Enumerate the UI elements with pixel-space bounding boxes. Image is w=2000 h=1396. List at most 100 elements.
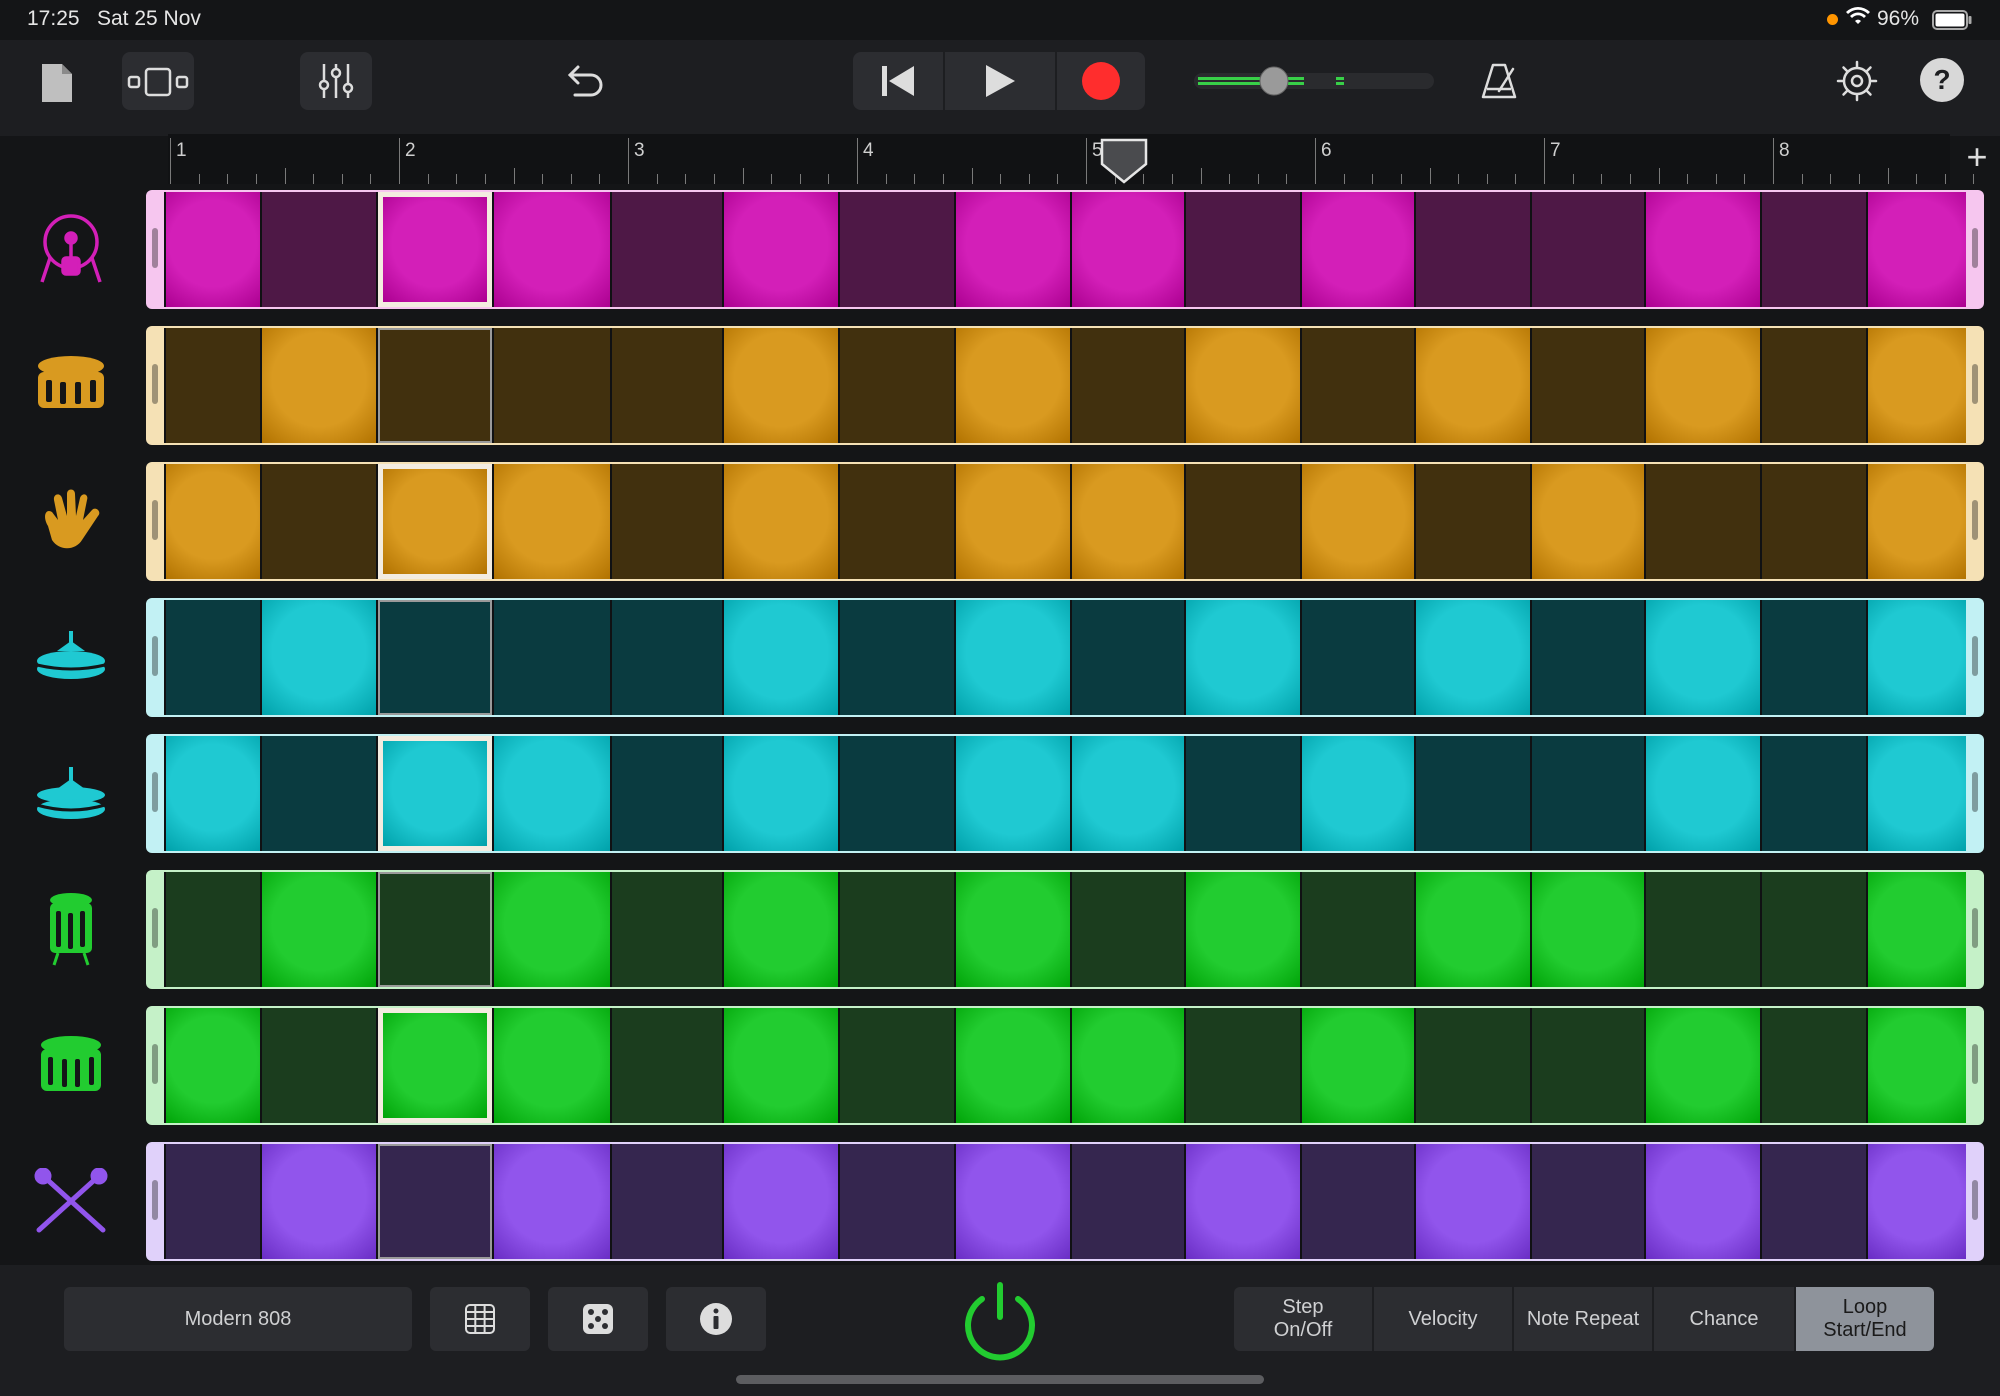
step-off[interactable] xyxy=(166,328,260,443)
step-on[interactable] xyxy=(494,872,610,987)
step-on[interactable] xyxy=(262,872,376,987)
step-on[interactable] xyxy=(724,464,838,579)
settings-gear-icon[interactable] xyxy=(1830,54,1884,108)
undo-icon[interactable] xyxy=(560,56,610,106)
step-off[interactable] xyxy=(612,328,722,443)
step-off[interactable] xyxy=(1762,328,1866,443)
step-off[interactable] xyxy=(840,328,954,443)
grid-icon[interactable] xyxy=(430,1287,530,1351)
step-on[interactable] xyxy=(1186,328,1300,443)
step-on[interactable] xyxy=(1532,872,1644,987)
step-on[interactable] xyxy=(1646,736,1760,851)
step-off[interactable] xyxy=(1416,464,1530,579)
step-off[interactable] xyxy=(1302,1144,1414,1259)
step-on[interactable] xyxy=(1532,464,1644,579)
step-off[interactable] xyxy=(1302,600,1414,715)
step-off[interactable] xyxy=(494,600,610,715)
step-on[interactable] xyxy=(1072,1008,1184,1123)
step-on[interactable] xyxy=(166,1008,260,1123)
step-on[interactable] xyxy=(1868,192,1966,307)
kit-name-button[interactable]: Modern 808 xyxy=(64,1287,412,1351)
step-on[interactable] xyxy=(1072,736,1184,851)
step-on[interactable] xyxy=(494,1144,610,1259)
step-off[interactable] xyxy=(1416,736,1530,851)
step-on[interactable] xyxy=(494,464,610,579)
step-on[interactable] xyxy=(1072,464,1184,579)
step-on-selected[interactable] xyxy=(378,1008,492,1123)
step-off[interactable] xyxy=(1762,600,1866,715)
clap-hand-icon[interactable] xyxy=(30,480,112,562)
step-on[interactable] xyxy=(166,192,260,307)
loop-start-handle[interactable] xyxy=(152,1044,158,1084)
step-on[interactable] xyxy=(724,736,838,851)
metronome-icon[interactable] xyxy=(1474,56,1524,106)
step-on[interactable] xyxy=(956,1008,1070,1123)
step-off[interactable] xyxy=(166,872,260,987)
loop-start-handle[interactable] xyxy=(152,500,158,540)
volume-slider[interactable] xyxy=(1192,66,1436,96)
kick-drum-icon[interactable] xyxy=(30,208,112,290)
loop-start-handle[interactable] xyxy=(152,1180,158,1220)
open-hihat-icon[interactable] xyxy=(30,752,112,834)
step-off[interactable] xyxy=(166,600,260,715)
step-on[interactable] xyxy=(1646,328,1760,443)
loop-end-handle[interactable] xyxy=(1972,500,1978,540)
step-on[interactable] xyxy=(1646,192,1760,307)
step-off[interactable] xyxy=(612,1008,722,1123)
loop-start-handle[interactable] xyxy=(152,228,158,268)
step-on[interactable] xyxy=(1302,464,1414,579)
step-on[interactable] xyxy=(166,464,260,579)
step-off[interactable] xyxy=(1532,192,1644,307)
step-on[interactable] xyxy=(1186,872,1300,987)
high-tom-icon[interactable] xyxy=(30,888,112,970)
step-on[interactable] xyxy=(1868,328,1966,443)
step-on[interactable] xyxy=(724,1008,838,1123)
step-off[interactable] xyxy=(840,736,954,851)
mode-chance[interactable]: Chance xyxy=(1654,1287,1794,1351)
step-on[interactable] xyxy=(1868,464,1966,579)
dice-icon[interactable] xyxy=(548,1287,648,1351)
step-on[interactable] xyxy=(956,600,1070,715)
step-on[interactable] xyxy=(1416,328,1530,443)
step-off[interactable] xyxy=(262,736,376,851)
step-off[interactable] xyxy=(1532,736,1644,851)
power-icon[interactable] xyxy=(958,1279,1042,1363)
step-on[interactable] xyxy=(1186,600,1300,715)
loop-end-handle[interactable] xyxy=(1972,1180,1978,1220)
step-off[interactable] xyxy=(612,1144,722,1259)
step-on-selected[interactable] xyxy=(378,192,492,307)
mode-loop-start-end[interactable]: Loop Start/End xyxy=(1796,1287,1934,1351)
step-off[interactable] xyxy=(840,600,954,715)
step-off[interactable] xyxy=(1072,328,1184,443)
help-icon[interactable]: ? xyxy=(1920,58,1964,102)
step-off[interactable] xyxy=(1186,192,1300,307)
step-off[interactable] xyxy=(612,872,722,987)
snare-drum-icon[interactable] xyxy=(30,344,112,426)
step-on[interactable] xyxy=(262,600,376,715)
step-off[interactable] xyxy=(1762,1144,1866,1259)
step-off[interactable] xyxy=(1186,736,1300,851)
step-off[interactable] xyxy=(1532,1008,1644,1123)
add-bar-button[interactable]: + xyxy=(1960,139,1994,175)
step-off[interactable] xyxy=(840,1008,954,1123)
step-on[interactable] xyxy=(494,736,610,851)
step-off-selected[interactable] xyxy=(378,872,492,987)
step-off[interactable] xyxy=(1646,872,1760,987)
mode-note-repeat[interactable]: Note Repeat xyxy=(1514,1287,1652,1351)
view-toggle-icon[interactable] xyxy=(122,52,194,110)
step-off[interactable] xyxy=(494,328,610,443)
step-off[interactable] xyxy=(1762,192,1866,307)
step-on[interactable] xyxy=(262,1144,376,1259)
step-on[interactable] xyxy=(724,1144,838,1259)
step-off[interactable] xyxy=(1072,600,1184,715)
step-off[interactable] xyxy=(1762,872,1866,987)
step-off[interactable] xyxy=(612,600,722,715)
loop-end-handle[interactable] xyxy=(1972,908,1978,948)
step-off[interactable] xyxy=(1416,1008,1530,1123)
step-on[interactable] xyxy=(1868,600,1966,715)
step-on[interactable] xyxy=(166,736,260,851)
record-icon[interactable] xyxy=(1057,52,1145,110)
step-off-selected[interactable] xyxy=(378,600,492,715)
step-on-selected[interactable] xyxy=(378,736,492,851)
step-on[interactable] xyxy=(1646,1144,1760,1259)
